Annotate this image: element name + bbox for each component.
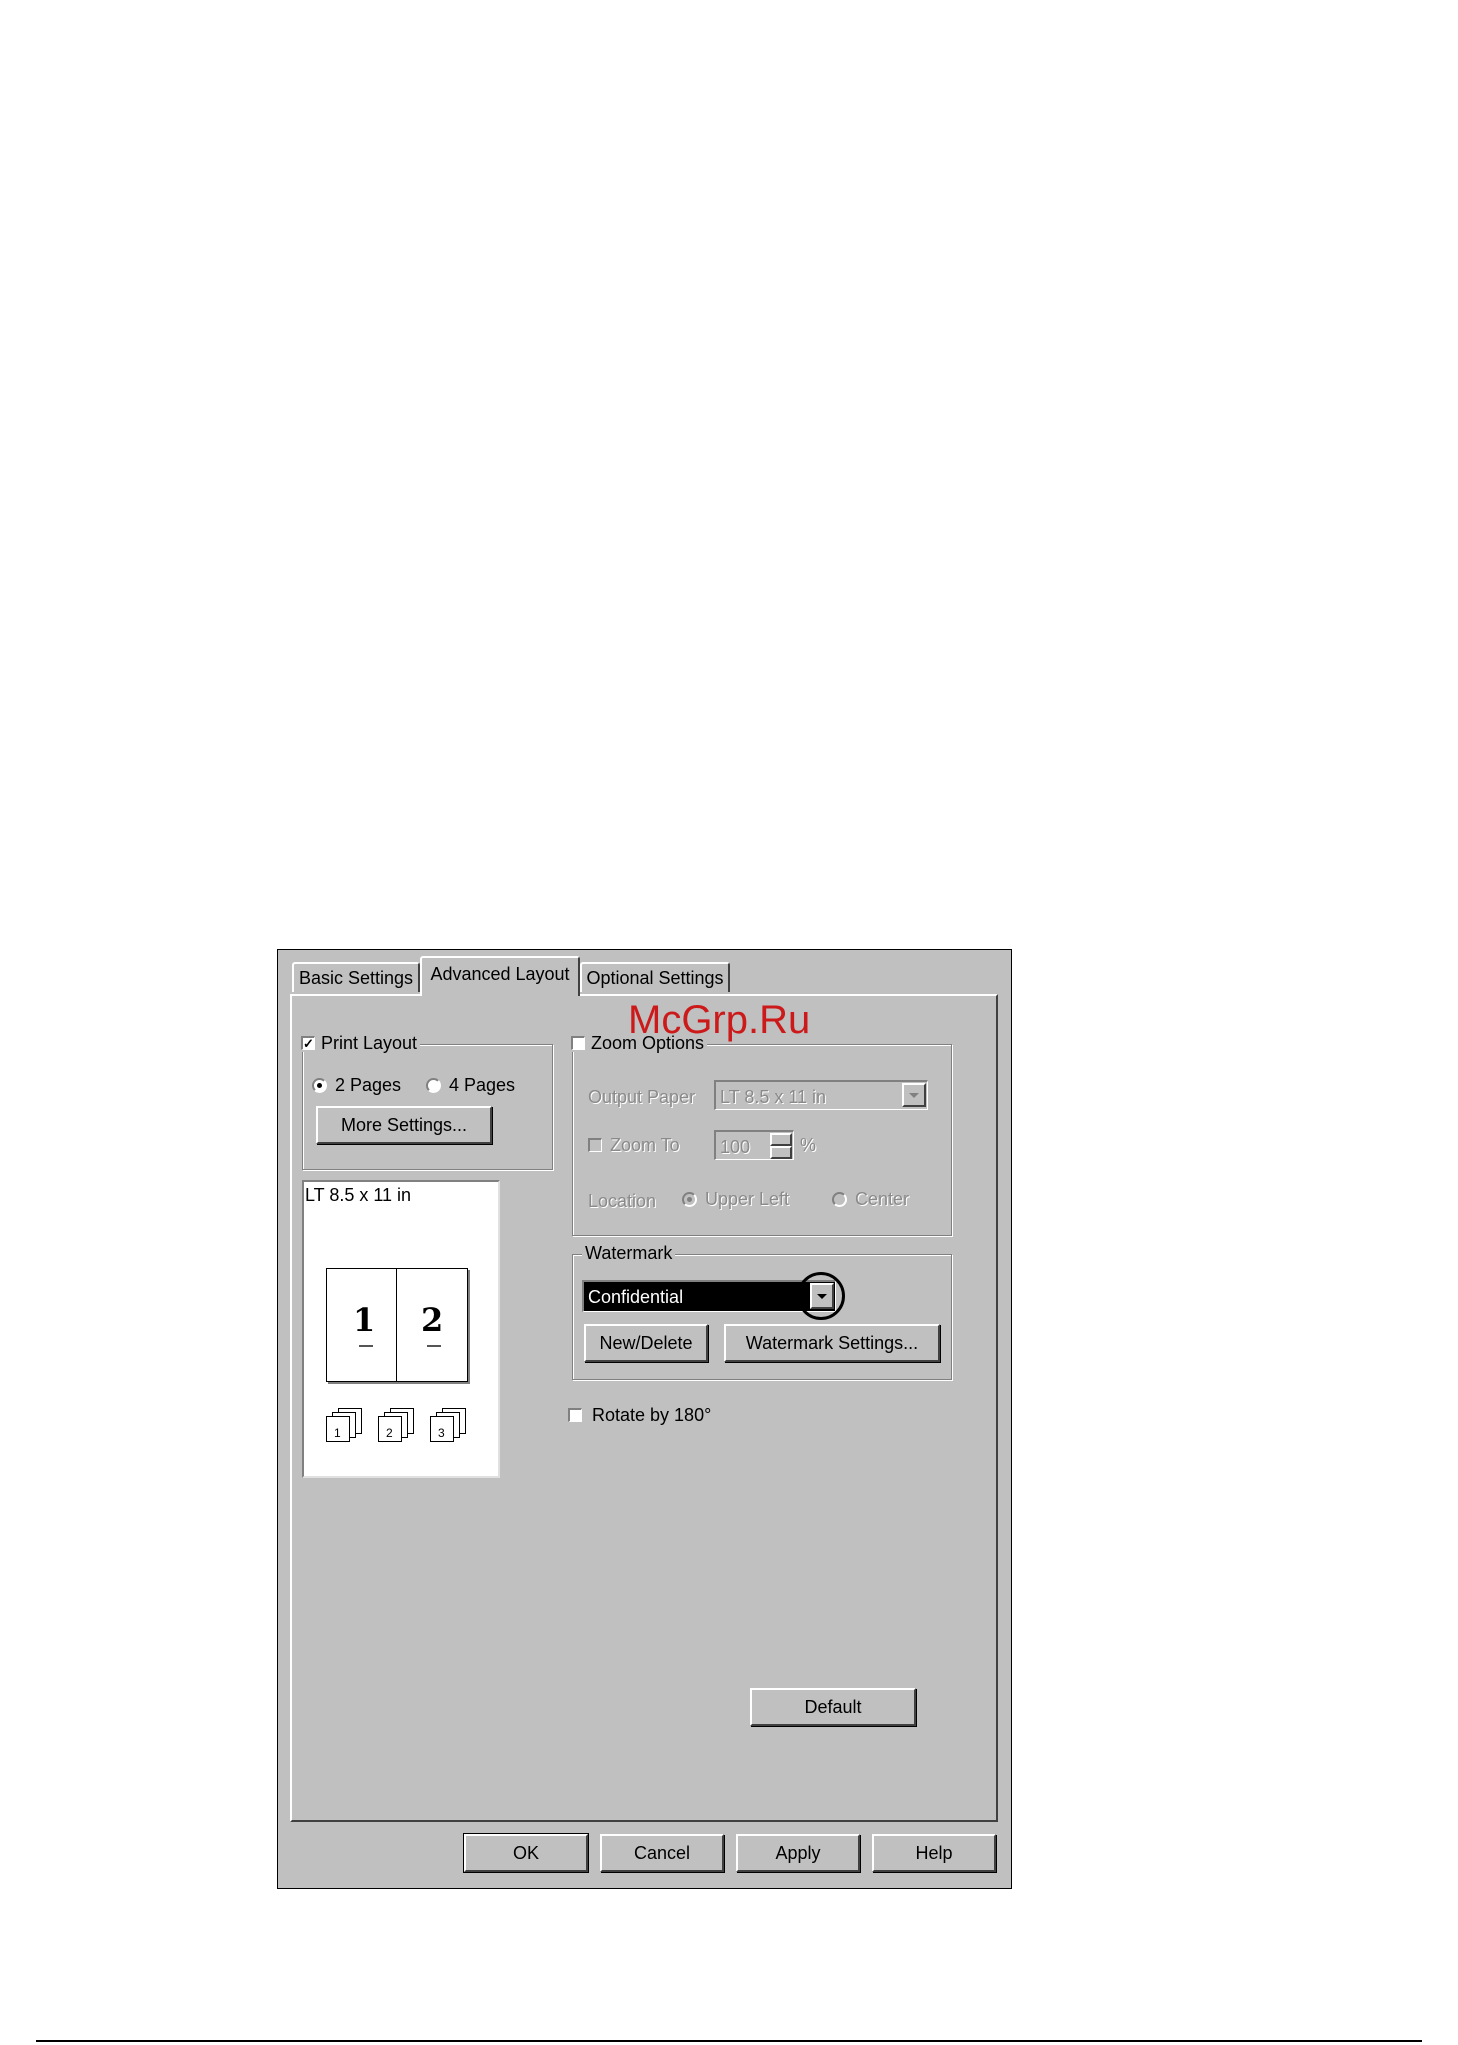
check-icon: ✓ <box>303 1036 314 1051</box>
center-label: Center <box>855 1189 910 1209</box>
upper-left-label: Upper Left <box>705 1189 790 1209</box>
tab-panel-advanced-layout: ✓ Print Layout 2 Pages 4 Pages More Sett… <box>290 994 998 1822</box>
zoom-up-button[interactable] <box>770 1133 792 1146</box>
page-order-icon-1: 1 <box>326 1408 366 1442</box>
preview-sheet: 1 2 <box>326 1268 468 1382</box>
zoom-to-checkbox[interactable] <box>588 1138 602 1152</box>
print-layout-checkbox[interactable]: ✓ <box>301 1036 315 1050</box>
output-paper-label: Output Paper <box>588 1087 696 1107</box>
location-center-radio[interactable]: Center <box>832 1190 909 1208</box>
layout-preview: LT 8.5 x 11 in 1 2 1 2 3 <box>302 1180 500 1478</box>
more-settings-button[interactable]: More Settings... <box>316 1106 492 1144</box>
zoom-to-spinner[interactable]: 100 <box>714 1130 794 1160</box>
highlight-circle <box>797 1272 845 1320</box>
new-delete-button[interactable]: New/Delete <box>584 1324 708 1362</box>
zoom-to-label: Zoom To <box>610 1135 680 1155</box>
tab-optional-settings[interactable]: Optional Settings <box>580 962 730 992</box>
preview-page-2-lines <box>427 1345 441 1347</box>
preview-sheet-divider <box>396 1269 397 1381</box>
watermark-settings-button[interactable]: Watermark Settings... <box>724 1324 940 1362</box>
cancel-button[interactable]: Cancel <box>600 1834 724 1872</box>
radio-2-pages-indicator <box>312 1077 327 1093</box>
preview-page-2: 2 <box>421 1301 444 1339</box>
printer-properties-dialog: Basic Settings Advanced Layout Optional … <box>277 949 1012 1889</box>
preview-page-1-lines <box>359 1345 373 1347</box>
page-order-icon-3: 3 <box>430 1408 470 1442</box>
preview-page-1: 1 <box>353 1301 376 1339</box>
print-layout-label: Print Layout <box>321 1033 418 1053</box>
rotate-180-checkbox[interactable] <box>568 1408 582 1422</box>
location-label: Location <box>588 1191 657 1211</box>
zoom-down-button[interactable] <box>770 1146 792 1159</box>
rotate-180-label: Rotate by 180° <box>592 1405 712 1425</box>
apply-button[interactable]: Apply <box>736 1834 860 1872</box>
radio-2-pages-label: 2 Pages <box>335 1075 402 1095</box>
tab-basic-settings[interactable]: Basic Settings <box>292 962 420 992</box>
help-button[interactable]: Help <box>872 1834 996 1872</box>
location-upper-left-radio[interactable]: Upper Left <box>682 1190 789 1208</box>
output-paper-dropdown-button[interactable] <box>902 1083 926 1107</box>
radio-2-pages[interactable]: 2 Pages <box>312 1076 401 1094</box>
chevron-down-icon <box>909 1092 919 1098</box>
upper-left-radio-indicator <box>682 1191 697 1207</box>
ok-button[interactable]: OK <box>463 1833 589 1873</box>
watermark-group-label: Watermark <box>582 1244 676 1262</box>
tab-advanced-layout[interactable]: Advanced Layout <box>420 956 580 996</box>
print-layout-header: ✓ Print Layout <box>298 1033 421 1053</box>
radio-4-pages-label: 4 Pages <box>449 1075 516 1095</box>
output-paper-select[interactable]: LT 8.5 x 11 in <box>714 1080 928 1110</box>
zoom-options-checkbox[interactable] <box>571 1036 585 1050</box>
default-button[interactable]: Default <box>750 1688 916 1726</box>
rotate-180-row[interactable]: Rotate by 180° <box>568 1406 711 1424</box>
watermark-selected-value: Confidential <box>588 1287 684 1307</box>
zoom-to-value: 100 <box>720 1137 751 1157</box>
center-radio-indicator <box>832 1191 847 1207</box>
radio-4-pages[interactable]: 4 Pages <box>426 1076 515 1094</box>
output-paper-value: LT 8.5 x 11 in <box>720 1087 827 1107</box>
radio-4-pages-indicator <box>426 1077 441 1093</box>
percent-sign: % <box>800 1135 817 1155</box>
page-order-icon-2: 2 <box>378 1408 418 1442</box>
zoom-to-checkbox-row[interactable]: Zoom To <box>588 1136 680 1154</box>
site-watermark: McGrp.Ru <box>628 998 811 1042</box>
page-footer-rule <box>36 2040 1422 2042</box>
preview-paper-label: LT 8.5 x 11 in <box>305 1185 412 1205</box>
